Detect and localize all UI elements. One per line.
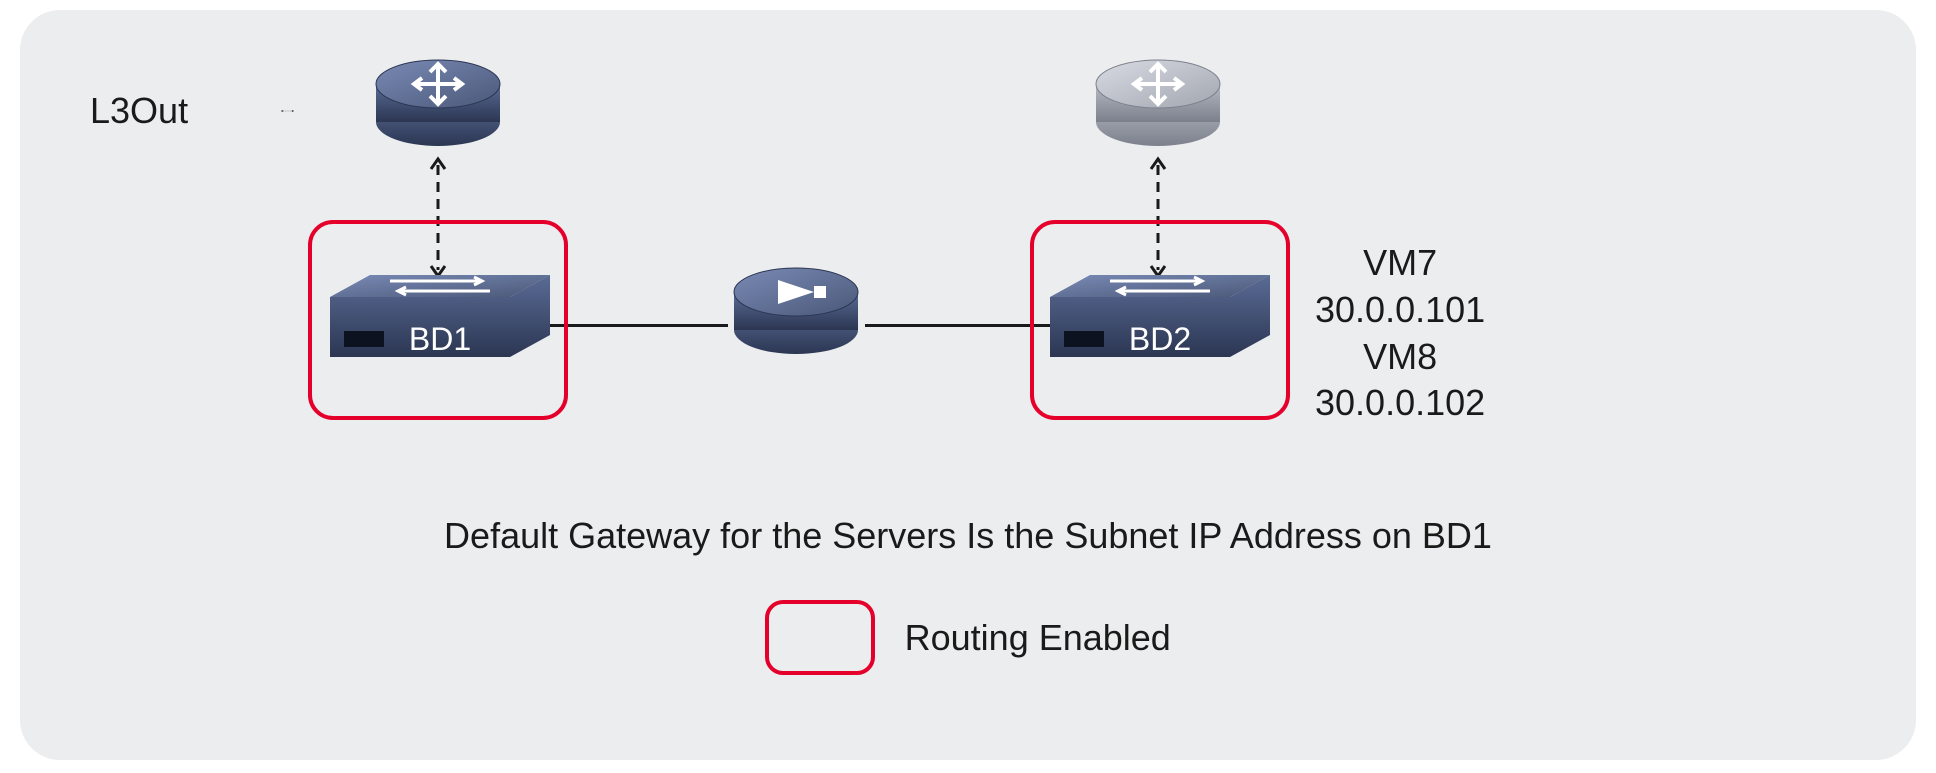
l3out-arrow	[220, 110, 355, 112]
center-device-icon	[726, 260, 866, 360]
connector-bd1-center	[550, 324, 728, 327]
router-right-icon	[1088, 52, 1228, 152]
router-left-icon	[368, 52, 508, 152]
legend-box-icon	[765, 600, 875, 675]
routing-enabled-box-bd2	[1030, 220, 1290, 420]
vm7-ip: 30.0.0.101	[1315, 287, 1485, 334]
vm8-name: VM8	[1315, 334, 1485, 381]
legend-label: Routing Enabled	[905, 617, 1171, 659]
diagram-canvas: L3Out	[20, 10, 1916, 760]
connector-center-bd2	[865, 324, 1051, 327]
routing-enabled-box-bd1	[308, 220, 568, 420]
vm-info-block: VM7 30.0.0.101 VM8 30.0.0.102	[1315, 240, 1485, 427]
diagram-caption: Default Gateway for the Servers Is the S…	[20, 515, 1916, 557]
l3out-label: L3Out	[90, 90, 188, 132]
vm7-name: VM7	[1315, 240, 1485, 287]
legend: Routing Enabled	[20, 600, 1916, 675]
vm8-ip: 30.0.0.102	[1315, 380, 1485, 427]
